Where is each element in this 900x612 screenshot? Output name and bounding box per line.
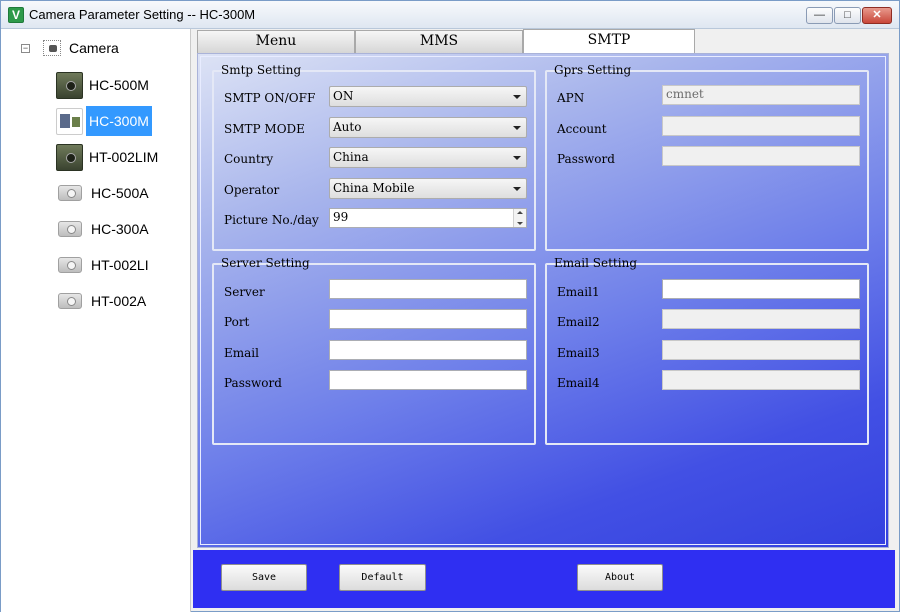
smtp-onoff-select[interactable]: ON: [329, 86, 527, 107]
operator-select[interactable]: China Mobile: [329, 178, 527, 199]
camera-folder-icon: [43, 40, 61, 56]
email-label: Email: [224, 346, 259, 360]
tree-item-ht-002a[interactable]: HT-002A: [56, 286, 149, 316]
account-field[interactable]: [662, 116, 860, 136]
email1-label: Email1: [557, 285, 600, 299]
tree-item-label: HC-500A: [91, 185, 149, 201]
gprs-password-label: Password: [557, 152, 615, 166]
apn-field[interactable]: cmnet: [662, 85, 860, 105]
country-select[interactable]: China: [329, 147, 527, 168]
apn-label: APN: [557, 91, 585, 105]
tree-item-label: HT-002LI: [91, 257, 149, 273]
smtp-onoff-label: SMTP ON/OFF: [224, 91, 316, 105]
tree-item-hc-300a[interactable]: HC-300A: [56, 214, 152, 244]
gprs-password-field[interactable]: [662, 146, 860, 166]
app-window: V Camera Parameter Setting -- HC-300M — …: [0, 0, 900, 612]
server-password-label: Password: [224, 376, 282, 390]
chevron-down-icon: [513, 126, 521, 130]
port-field[interactable]: [329, 309, 527, 329]
email2-field[interactable]: [662, 309, 860, 329]
camera-tree: − Camera HC-500M HC-300M HT-002LIM HC-50…: [1, 29, 191, 612]
email4-field[interactable]: [662, 370, 860, 390]
server-field[interactable]: [329, 279, 527, 299]
close-button[interactable]: ✕: [862, 7, 892, 24]
email1-field[interactable]: [662, 279, 860, 299]
camera-icon: [58, 185, 82, 201]
select-value: Auto: [333, 120, 362, 134]
collapse-icon[interactable]: −: [21, 43, 30, 53]
maximize-button[interactable]: □: [834, 7, 861, 24]
camera-icon: [58, 293, 82, 309]
window-title: Camera Parameter Setting -- HC-300M: [29, 7, 256, 22]
title-bar: V Camera Parameter Setting -- HC-300M — …: [1, 1, 899, 29]
tree-root-camera[interactable]: − Camera: [21, 39, 119, 57]
tree-item-hc-500m[interactable]: HC-500M: [56, 70, 152, 100]
chevron-down-icon: [513, 156, 521, 160]
operator-label: Operator: [224, 183, 280, 197]
email2-label: Email2: [557, 315, 600, 329]
email3-label: Email3: [557, 346, 600, 360]
tree-item-label: HT-002LIM: [89, 149, 159, 165]
group-title: Email Setting: [554, 256, 637, 270]
tab-bar: Menu MMS SMTP: [197, 29, 889, 53]
tree-item-label: HC-300A: [91, 221, 149, 237]
stepper-value: 99: [333, 210, 349, 224]
camera-icon: [58, 221, 82, 237]
select-value: China: [333, 150, 369, 164]
country-label: Country: [224, 152, 274, 166]
smtp-mode-select[interactable]: Auto: [329, 117, 527, 138]
account-label: Account: [557, 122, 607, 136]
arrow-down-icon[interactable]: [517, 222, 523, 225]
camera-icon: [58, 257, 82, 273]
select-value: China Mobile: [333, 181, 415, 195]
tree-item-label: HT-002A: [91, 293, 147, 309]
arrow-up-icon[interactable]: [517, 211, 523, 214]
group-title: Gprs Setting: [554, 63, 632, 77]
camera-thumb-icon: [56, 143, 83, 171]
smtp-panel: Smtp Setting SMTP ON/OFF ON SMTP MODE Au…: [197, 53, 889, 548]
email4-label: Email4: [557, 376, 600, 390]
minimize-button[interactable]: —: [806, 7, 833, 24]
default-button[interactable]: Default: [339, 564, 426, 591]
tree-item-ht-002lim[interactable]: HT-002LIM: [56, 142, 161, 172]
tab-mms[interactable]: MMS: [355, 30, 523, 53]
group-title: Smtp Setting: [221, 63, 302, 77]
chevron-down-icon: [513, 95, 521, 99]
picture-per-day-stepper[interactable]: 99: [329, 208, 527, 228]
group-title: Server Setting: [221, 256, 310, 270]
tree-root-label: Camera: [69, 40, 119, 56]
tree-item-label: HC-300M: [86, 106, 152, 136]
email-field[interactable]: [329, 340, 527, 360]
save-button[interactable]: Save: [221, 564, 307, 591]
tree-item-label: HC-500M: [89, 77, 149, 93]
picture-per-day-label: Picture No./day: [224, 213, 319, 227]
select-value: ON: [333, 89, 354, 103]
email3-field[interactable]: [662, 340, 860, 360]
tree-item-ht-002li[interactable]: HT-002LI: [56, 250, 152, 280]
server-password-field[interactable]: [329, 370, 527, 390]
server-label: Server: [224, 285, 265, 299]
tree-item-hc-300m[interactable]: HC-300M: [56, 106, 152, 136]
tab-smtp[interactable]: SMTP: [523, 29, 695, 53]
tab-menu[interactable]: Menu: [197, 30, 355, 53]
app-icon: V: [8, 7, 24, 23]
port-label: Port: [224, 315, 250, 329]
about-button[interactable]: About: [577, 564, 663, 591]
button-bar: Save Default About: [193, 550, 895, 608]
smtp-mode-label: SMTP MODE: [224, 122, 305, 136]
stepper-buttons[interactable]: [513, 209, 526, 227]
tree-item-hc-500a[interactable]: HC-500A: [56, 178, 152, 208]
camera-thumb-icon: [56, 71, 83, 99]
camera-thumb-icon: [56, 107, 83, 135]
chevron-down-icon: [513, 187, 521, 191]
